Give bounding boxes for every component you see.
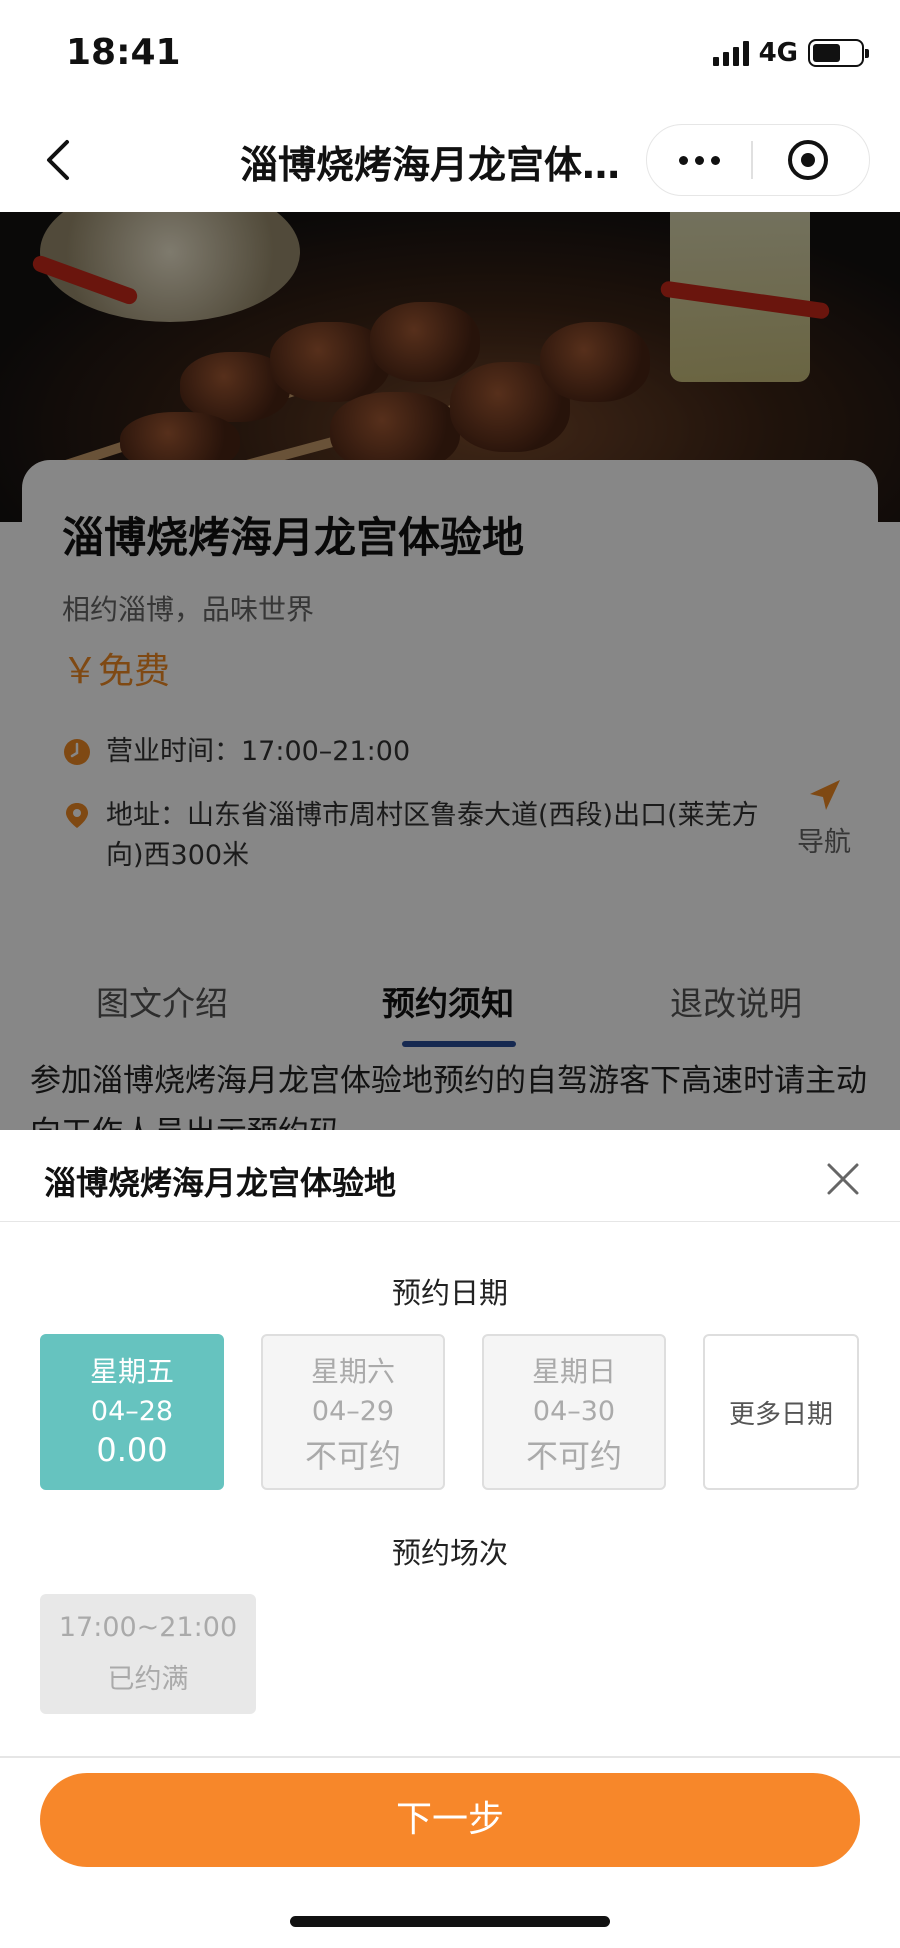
slot-section-label: 预约场次 [391, 1536, 508, 1570]
sheet-header: 淄博烧烤海月龙宫体验地 [0, 1130, 900, 1222]
back-button[interactable] [30, 132, 86, 188]
signal-icon [712, 40, 749, 66]
sheet-title: 淄博烧烤海月龙宫体验地 [44, 1164, 397, 1202]
date-option[interactable]: 星期日 04–30 不可约 [482, 1334, 666, 1490]
nav-bar: 淄博烧烤海月龙宫体… [0, 108, 900, 212]
more-dates-button[interactable]: 更多日期 [703, 1334, 859, 1490]
date-weekday: 星期五 [89, 1355, 174, 1388]
next-step-button[interactable]: 下一步 [40, 1773, 860, 1867]
slot-time: 17:00~21:00 [58, 1612, 238, 1643]
date-weekday: 星期日 [531, 1355, 616, 1388]
chevron-left-icon [47, 140, 69, 180]
modal-overlay[interactable] [0, 212, 900, 1130]
battery-icon [808, 39, 869, 67]
mini-program-capsule [646, 124, 870, 196]
date-status: 不可约 [304, 1437, 401, 1475]
more-dates-label: 更多日期 [728, 1399, 833, 1430]
date-price: 0.00 [96, 1431, 168, 1469]
date-status: 不可约 [525, 1437, 622, 1475]
status-indicators: 4G [712, 38, 869, 68]
date-option-selected[interactable]: 星期五 04–28 0.00 [40, 1334, 224, 1490]
nav-title: 淄博烧烤海月龙宫体… [240, 143, 621, 187]
date-day: 04–28 [90, 1396, 174, 1427]
date-section-label: 预约日期 [391, 1276, 508, 1310]
status-bar: 18:41 4G [0, 0, 900, 108]
date-day: 04–29 [311, 1396, 395, 1427]
slot-status: 已约满 [107, 1664, 189, 1695]
booking-sheet: 淄博烧烤海月龙宫体验地 预约日期 星期五 04–28 0.00 星期六 04–2… [0, 1130, 900, 1948]
more-dots-icon[interactable] [647, 125, 751, 195]
network-type: 4G [758, 38, 798, 68]
home-indicator [290, 1916, 610, 1927]
status-time: 18:41 [66, 32, 181, 73]
target-ring-icon[interactable] [753, 125, 863, 195]
date-day: 04–30 [532, 1396, 616, 1427]
time-slot-option[interactable]: 17:00~21:00 已约满 [40, 1594, 256, 1714]
date-option[interactable]: 星期六 04–29 不可约 [261, 1334, 445, 1490]
date-weekday: 星期六 [310, 1355, 395, 1388]
footer-divider [0, 1756, 900, 1758]
close-icon[interactable] [826, 1162, 860, 1196]
